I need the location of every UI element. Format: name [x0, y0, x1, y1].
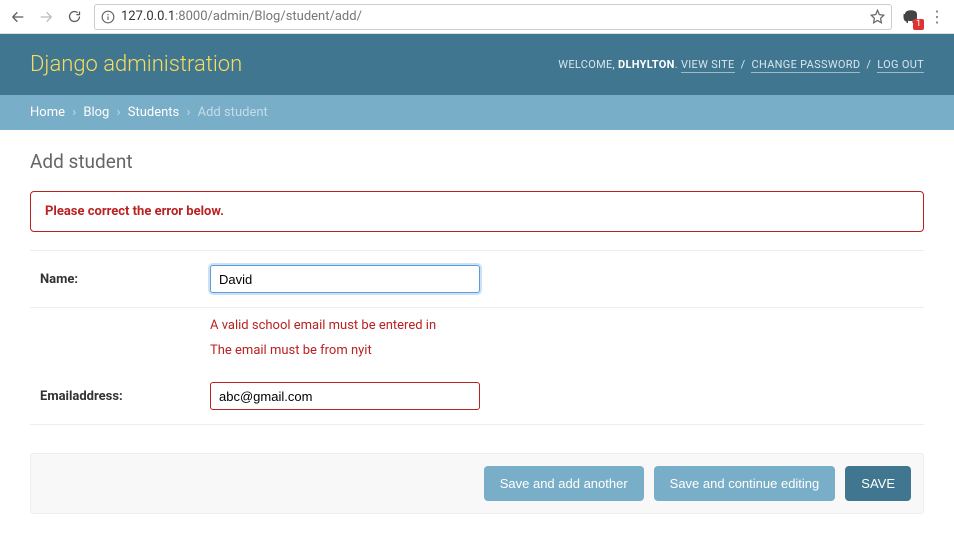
- welcome-text: WELCOME,: [558, 58, 615, 71]
- browser-toolbar: 127.0.0.1:8000/admin/Blog/student/add/ 1…: [0, 0, 954, 34]
- site-branding[interactable]: Django administration: [30, 52, 242, 77]
- email-error-2: The email must be from nyit: [210, 343, 914, 358]
- reload-button[interactable]: [62, 5, 86, 29]
- name-input[interactable]: [210, 265, 480, 293]
- url-text: 127.0.0.1:8000/admin/Blog/student/add/: [121, 9, 870, 24]
- page-title: Add student: [30, 150, 924, 173]
- view-site-link[interactable]: VIEW SITE: [681, 58, 735, 73]
- username: DLHYLTON: [618, 58, 675, 71]
- breadcrumb-current: Add student: [198, 105, 268, 120]
- forward-button[interactable]: [34, 5, 58, 29]
- browser-menu-button[interactable]: ⋮: [926, 7, 948, 26]
- admin-header: Django administration WELCOME, DLHYLTON.…: [0, 34, 954, 95]
- error-note: Please correct the error below.: [30, 191, 924, 232]
- back-button[interactable]: [6, 5, 30, 29]
- reload-icon: [67, 9, 82, 24]
- save-continue-button[interactable]: Save and continue editing: [654, 466, 836, 501]
- arrow-left-icon: [10, 9, 26, 25]
- breadcrumb-app[interactable]: Blog: [83, 105, 109, 120]
- address-bar[interactable]: 127.0.0.1:8000/admin/Blog/student/add/: [94, 4, 892, 30]
- name-label: Name:: [40, 272, 210, 287]
- save-button[interactable]: SAVE: [845, 466, 911, 501]
- breadcrumb-model[interactable]: Students: [128, 105, 180, 120]
- breadcrumb-home[interactable]: Home: [30, 105, 65, 120]
- arrow-right-icon: [38, 9, 54, 25]
- email-input[interactable]: [210, 382, 480, 410]
- change-password-link[interactable]: CHANGE PASSWORD: [751, 58, 860, 73]
- content-main: Add student Please correct the error bel…: [0, 130, 954, 544]
- email-errorlist: A valid school email must be entered in …: [30, 308, 924, 358]
- extension-icon[interactable]: 1: [900, 6, 922, 28]
- email-error-1: A valid school email must be entered in: [210, 318, 914, 333]
- breadcrumb: Home › Blog › Students › Add student: [0, 95, 954, 130]
- extension-badge: 1: [913, 19, 924, 30]
- bookmark-star-icon[interactable]: [870, 9, 885, 24]
- logout-link[interactable]: LOG OUT: [877, 58, 924, 73]
- site-info-icon[interactable]: [101, 10, 115, 24]
- save-add-another-button[interactable]: Save and add another: [484, 466, 644, 501]
- field-row-name: Name:: [30, 250, 924, 308]
- user-tools: WELCOME, DLHYLTON. VIEW SITE / CHANGE PA…: [558, 58, 924, 71]
- field-row-email: Emailaddress:: [30, 368, 924, 425]
- email-label: Emailaddress:: [40, 389, 210, 404]
- submit-row: Save and add another Save and continue e…: [30, 453, 924, 514]
